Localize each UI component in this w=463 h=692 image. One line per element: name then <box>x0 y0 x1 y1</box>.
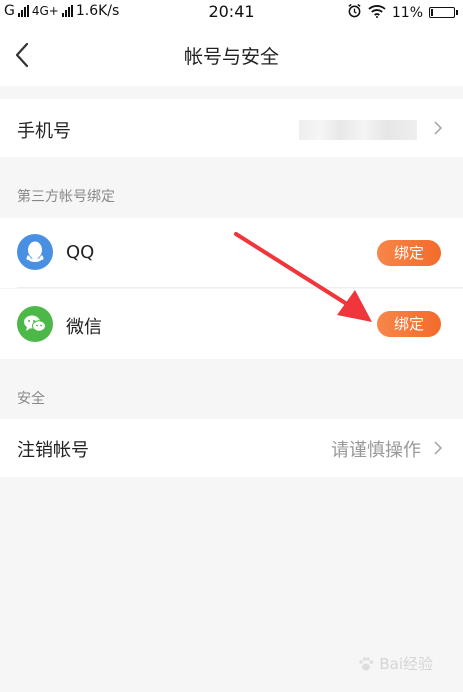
red-arrow-icon <box>234 232 372 322</box>
annotation-arrow-overlay <box>234 232 372 322</box>
watermark-text: Bai经验 <box>379 655 433 673</box>
watermark: Bai经验 <box>357 653 433 674</box>
paw-logo-icon <box>359 656 374 670</box>
